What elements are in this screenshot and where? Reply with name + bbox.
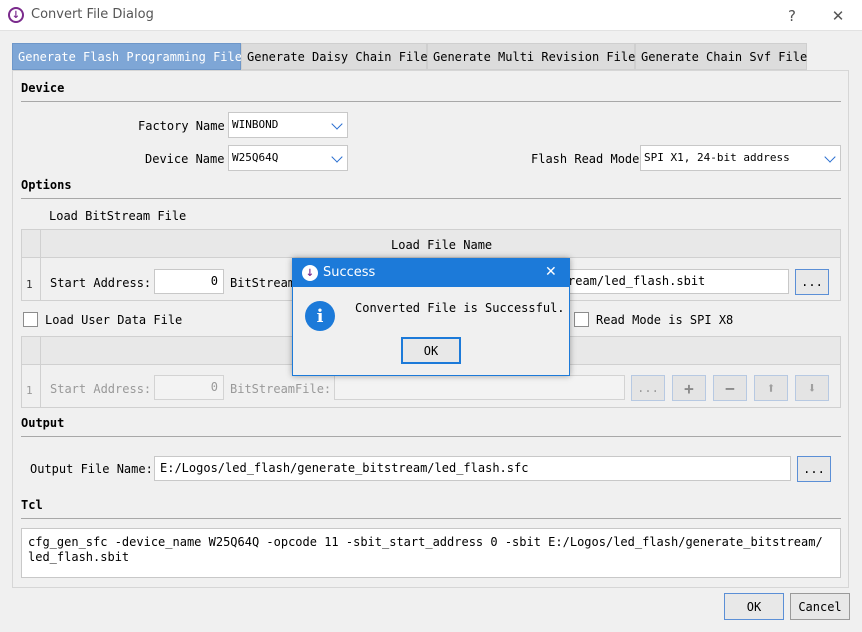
row-header-divider — [40, 337, 41, 407]
flash-read-mode-combo[interactable]: SPI X1, 24-bit address — [640, 145, 841, 171]
options-divider — [21, 198, 841, 199]
success-message: Converted File is Successful. — [355, 301, 565, 315]
row-number: 1 — [26, 278, 33, 291]
browse-user-data-button[interactable]: ... — [631, 375, 665, 401]
tcl-line-1: cfg_gen_sfc -device_name W25Q64Q -opcode… — [28, 535, 823, 549]
start-address-input[interactable]: 0 — [154, 269, 224, 294]
options-section-title: Options — [21, 178, 72, 192]
app-icon: ↓ — [302, 265, 318, 281]
factory-name-label: Factory Name — [138, 119, 225, 133]
user-bitstream-file-label: BitStreamFile: — [230, 382, 332, 396]
chevron-down-icon — [331, 151, 343, 163]
start-address-label: Start Address: — [50, 276, 152, 290]
user-bitstream-file-input[interactable] — [334, 375, 625, 400]
device-name-combo[interactable]: W25Q64Q — [228, 145, 348, 171]
tab-generate-chain-svf-file[interactable]: Generate Chain Svf File — [635, 43, 807, 70]
read-mode-x8-checkbox[interactable] — [574, 312, 589, 327]
browse-bitstream-button[interactable]: ... — [795, 269, 829, 295]
start-address-label: Start Address: — [50, 382, 152, 396]
device-name-value: W25Q64Q — [232, 151, 279, 164]
row-number: 1 — [26, 384, 33, 397]
output-divider — [21, 436, 841, 437]
tcl-command-box[interactable]: cfg_gen_sfc -device_name W25Q64Q -opcode… — [21, 528, 841, 578]
load-bitstream-label: Load BitStream File — [49, 209, 187, 223]
output-file-name-label: Output File Name: — [30, 462, 153, 476]
tcl-section-title: Tcl — [21, 498, 43, 512]
tcl-divider — [21, 518, 841, 519]
bitstream-file-input[interactable]: ream/led_flash.sbit — [562, 269, 789, 294]
factory-name-value: WINBOND — [232, 118, 279, 131]
help-button[interactable]: ? — [778, 4, 806, 28]
ok-button[interactable]: OK — [724, 593, 784, 620]
success-dialog: ↓ Success ✕ i Converted File is Successf… — [292, 258, 570, 376]
load-file-name-header: Load File Name — [391, 238, 493, 252]
arrow-up-icon[interactable]: ⬆ — [754, 375, 788, 401]
device-name-label: Device Name — [145, 152, 225, 166]
factory-name-combo[interactable]: WINBOND — [228, 112, 348, 138]
tab-generate-flash-programming-file[interactable]: Generate Flash Programming File — [12, 43, 242, 70]
read-mode-x8-label: Read Mode is SPI X8 — [596, 313, 734, 327]
tab-generate-daisy-chain-file[interactable]: Generate Daisy Chain File — [241, 43, 428, 70]
window-title: Convert File Dialog — [31, 7, 154, 22]
user-start-address-input[interactable]: 0 — [154, 375, 224, 400]
row-header-divider — [40, 230, 41, 300]
info-icon: i — [305, 301, 335, 331]
flash-read-mode-label: Flash Read Mode — [531, 152, 640, 166]
device-divider — [21, 101, 841, 102]
device-section-title: Device — [21, 81, 65, 95]
bitstream-file-label: BitStream — [230, 276, 296, 290]
tcl-line-2: led_flash.sbit — [28, 550, 130, 564]
cancel-button[interactable]: Cancel — [790, 593, 850, 620]
load-user-data-checkbox[interactable] — [23, 312, 38, 327]
success-dialog-title-bar: ↓ Success ✕ — [293, 259, 569, 287]
tab-generate-multi-revision-file[interactable]: Generate Multi Revision File — [427, 43, 635, 70]
chevron-down-icon — [824, 151, 836, 163]
add-icon[interactable]: + — [672, 375, 706, 401]
chevron-down-icon — [331, 118, 343, 130]
title-bar: ↓ Convert File Dialog ? ✕ — [0, 0, 862, 31]
close-button[interactable]: ✕ — [824, 4, 852, 28]
app-icon: ↓ — [8, 7, 24, 23]
success-ok-button[interactable]: OK — [401, 337, 461, 364]
load-user-data-label: Load User Data File — [45, 313, 183, 327]
browse-output-button[interactable]: ... — [797, 456, 831, 482]
output-file-name-input[interactable]: E:/Logos/led_flash/generate_bitstream/le… — [154, 456, 791, 481]
close-icon[interactable]: ✕ — [545, 264, 557, 280]
flash-read-mode-value: SPI X1, 24-bit address — [644, 151, 790, 164]
success-dialog-title: Success — [323, 265, 376, 280]
remove-icon[interactable]: − — [713, 375, 747, 401]
output-section-title: Output — [21, 416, 65, 430]
arrow-down-icon[interactable]: ⬇ — [795, 375, 829, 401]
